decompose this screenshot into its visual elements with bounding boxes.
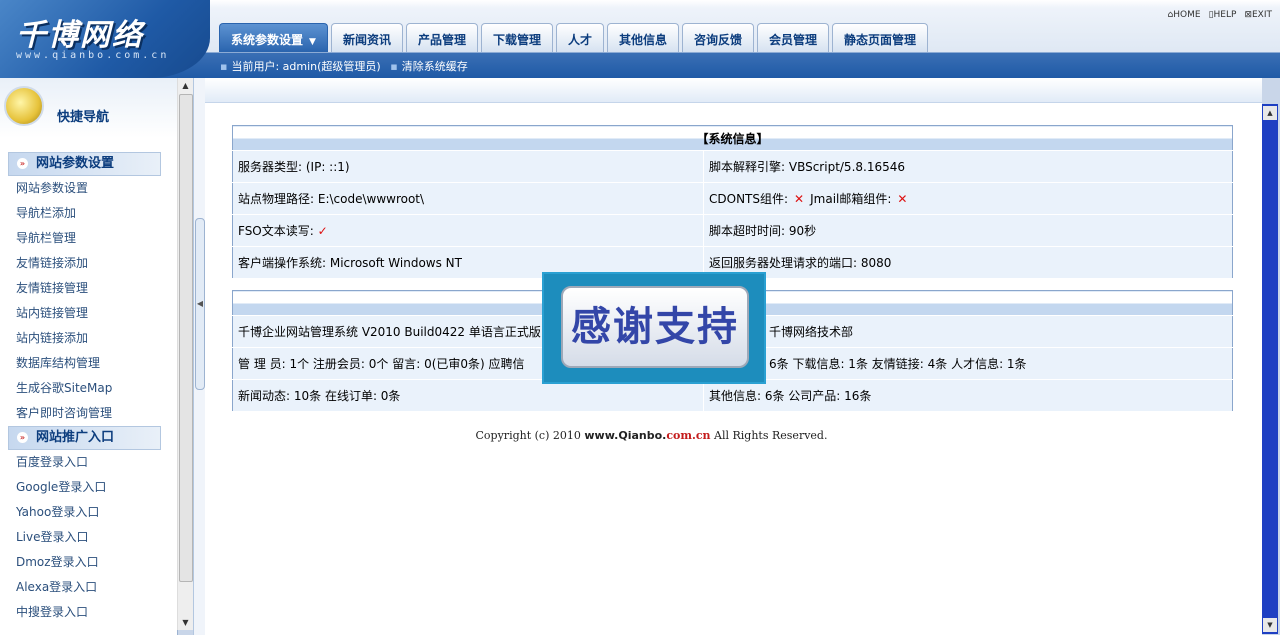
content-scrollbar[interactable]: ▲ ▼ bbox=[1262, 104, 1278, 634]
current-user: 当前用户: admin(超级管理员) bbox=[231, 60, 381, 73]
bullet-icon: ▪ bbox=[220, 60, 228, 73]
tab-other-info[interactable]: 其他信息 bbox=[607, 23, 680, 52]
fso-cell: FSO文本读写: ✓ bbox=[232, 214, 704, 247]
logo-subtitle: www.qianbo.com.cn bbox=[16, 50, 170, 61]
check-icon: ✓ bbox=[317, 224, 328, 238]
stats-right: 6条 下载信息: 1条 友情链接: 4条 人才信息: 1条 bbox=[703, 347, 1233, 380]
scroll-thumb[interactable] bbox=[179, 94, 193, 582]
tab-system-settings[interactable]: 系统参数设置 ▼ bbox=[219, 23, 328, 52]
table-row: 新闻动态: 10条 在线订单: 0条 其他信息: 6条 公司产品: 16条 bbox=[232, 379, 1233, 412]
scroll-down-icon[interactable]: ▼ bbox=[1263, 618, 1277, 632]
sidebar-item[interactable]: Live登录入口 bbox=[0, 525, 177, 550]
sidebar-header: 快捷导航 bbox=[0, 78, 177, 138]
site-path: 站点物理路径: E:\code\wwwroot\ bbox=[232, 182, 704, 215]
cross-icon: ✕ bbox=[794, 192, 805, 206]
script-timeout: 脚本超时时间: 90秒 bbox=[703, 214, 1233, 247]
sidebar-item[interactable]: 导航栏添加 bbox=[0, 201, 177, 226]
tab-static-pages[interactable]: 静态页面管理 bbox=[832, 23, 929, 52]
table-row: FSO文本读写: ✓ 脚本超时时间: 90秒 bbox=[232, 214, 1233, 247]
sidebar-item[interactable]: Alexa登录入口 bbox=[0, 575, 177, 600]
sidebar-scrollbar[interactable]: ▲ ▼ bbox=[177, 78, 193, 630]
content-topbar bbox=[205, 78, 1262, 103]
thanks-text: 感谢支持 bbox=[561, 286, 749, 368]
main-tabs: 系统参数设置 ▼ 新闻资讯 产品管理 下载管理 人才 其他信息 咨询反馈 会员管理… bbox=[219, 23, 929, 53]
help-link[interactable]: ▯HELP bbox=[1209, 10, 1237, 20]
clear-cache-link[interactable]: 清除系统缓存 bbox=[402, 60, 468, 73]
home-link[interactable]: ⌂HOME bbox=[1168, 10, 1201, 20]
user-bar: ▪ 当前用户: admin(超级管理员) ▪ 清除系统缓存 bbox=[220, 58, 468, 74]
table-row: 站点物理路径: E:\code\wwwroot\ CDONTS组件: ✕ Jmail… bbox=[232, 182, 1233, 215]
chevron-right-icon: » bbox=[17, 432, 28, 443]
sidebar-title: 快捷导航 bbox=[57, 110, 110, 125]
tab-talent[interactable]: 人才 bbox=[555, 23, 604, 52]
sidebar-item[interactable]: 中搜登录入口 bbox=[0, 600, 177, 625]
sidebar-item[interactable]: 站内链接管理 bbox=[0, 301, 177, 326]
sidebar-item[interactable]: 生成谷歌SiteMap bbox=[0, 376, 177, 401]
scroll-up-icon[interactable]: ▲ bbox=[1263, 106, 1277, 120]
sidebar-item[interactable]: 网站参数设置 bbox=[0, 176, 177, 201]
system-info-title: 【系统信息】 bbox=[232, 125, 1233, 151]
tab-members[interactable]: 会员管理 bbox=[757, 23, 830, 52]
sidebar-item[interactable]: 站内链接添加 bbox=[0, 326, 177, 351]
close-icon: ⊠ bbox=[1244, 10, 1252, 20]
server-type: 服务器类型: (IP: ::1) bbox=[232, 150, 704, 183]
sidebar-item[interactable]: 友情链接管理 bbox=[0, 276, 177, 301]
section-promotion[interactable]: » 网站推广入口 bbox=[8, 426, 161, 450]
sidebar-item[interactable]: 百度登录入口 bbox=[0, 450, 177, 475]
components-cell: CDONTS组件: ✕ Jmail邮箱组件: ✕ bbox=[703, 182, 1233, 215]
collapse-handle[interactable]: ◀ bbox=[195, 218, 205, 390]
stats-left: 新闻动态: 10条 在线订单: 0条 bbox=[232, 379, 704, 412]
sidebar-item[interactable]: 友情链接添加 bbox=[0, 251, 177, 276]
section-site-settings[interactable]: » 网站参数设置 bbox=[8, 152, 161, 176]
table-row: 服务器类型: (IP: ::1) 脚本解释引擎: VBScript/5.8.16… bbox=[232, 150, 1233, 183]
tab-feedback[interactable]: 咨询反馈 bbox=[682, 23, 755, 52]
tab-downloads[interactable]: 下载管理 bbox=[480, 23, 553, 52]
sidebar-item[interactable]: Yahoo登录入口 bbox=[0, 500, 177, 525]
stats-right: 其他信息: 6条 公司产品: 16条 bbox=[703, 379, 1233, 412]
script-engine: 脚本解释引擎: VBScript/5.8.16546 bbox=[703, 150, 1233, 183]
tab-news[interactable]: 新闻资讯 bbox=[330, 23, 403, 52]
sidebar-item[interactable]: Google登录入口 bbox=[0, 475, 177, 500]
box-icon bbox=[4, 86, 44, 126]
scroll-down-icon[interactable]: ▼ bbox=[178, 615, 193, 630]
app-header: 千博网络 www.qianbo.com.cn 系统参数设置 ▼ 新闻资讯 产品管理… bbox=[0, 0, 1280, 78]
logo-text: 千博网络 bbox=[16, 18, 144, 53]
sidebar-item[interactable]: Dmoz登录入口 bbox=[0, 550, 177, 575]
bullet-icon: ▪ bbox=[390, 60, 398, 73]
logo: 千博网络 www.qianbo.com.cn bbox=[0, 0, 210, 78]
top-links: ⌂HOME ▯HELP ⊠EXIT bbox=[1168, 10, 1272, 20]
chevron-right-icon: » bbox=[17, 158, 28, 169]
sidebar-item[interactable]: 数据库结构管理 bbox=[0, 351, 177, 376]
cross-icon: ✕ bbox=[897, 192, 908, 206]
server-port: 返回服务器处理请求的端口: 8080 bbox=[703, 246, 1233, 279]
sidebar: 快捷导航 » 网站参数设置 网站参数设置 导航栏添加 导航栏管理 友情链接添加 友… bbox=[0, 78, 178, 635]
sidebar-item[interactable]: 客户即时咨询管理 bbox=[0, 401, 177, 426]
exit-link[interactable]: ⊠EXIT bbox=[1244, 10, 1272, 20]
copyright: Copyright (c) 2010 www.Qianbo.com.cn All… bbox=[475, 429, 828, 442]
scroll-up-icon[interactable]: ▲ bbox=[178, 78, 193, 93]
system-info-table: 【系统信息】 服务器类型: (IP: ::1) 脚本解释引擎: VBScript… bbox=[232, 125, 1233, 279]
developer: 千博网络技术部 bbox=[703, 315, 1233, 348]
chevron-down-icon: ▼ bbox=[309, 37, 316, 47]
thanks-overlay: 感谢支持 bbox=[542, 272, 766, 384]
sidebar-item[interactable]: 导航栏管理 bbox=[0, 226, 177, 251]
tab-products[interactable]: 产品管理 bbox=[405, 23, 478, 52]
